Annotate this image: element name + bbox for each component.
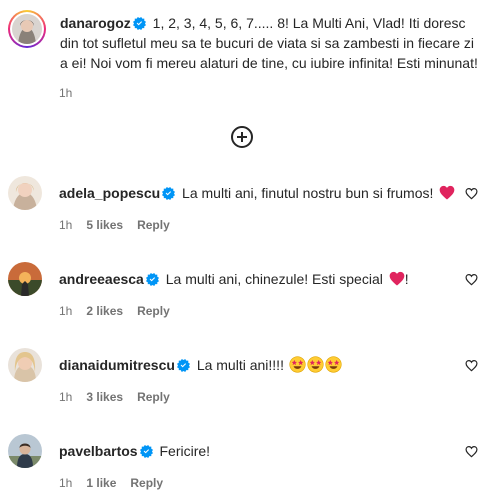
comment-text: La multi ani, chinezule! Esti special [165, 271, 383, 287]
like-heart-icon[interactable] [465, 273, 478, 286]
star-struck-emoji-icon [307, 356, 324, 373]
caption-meta: 1h [59, 86, 72, 100]
avatar[interactable] [8, 434, 42, 468]
star-struck-emoji-icon [325, 356, 342, 373]
comment-item: adela_popescu La multi ani, finutul nost… [8, 176, 478, 246]
comment-username[interactable]: adela_popescu [59, 185, 160, 201]
red-heart-emoji-icon [389, 271, 405, 286]
comment-likes[interactable]: 1 like [86, 476, 116, 490]
verified-badge-icon [145, 273, 159, 286]
comment-body: andreeaesca La multi ani, chinezule! Est… [59, 269, 409, 289]
verified-badge-icon [162, 187, 176, 200]
verified-badge-icon [132, 17, 146, 30]
star-struck-emoji-icon [289, 356, 306, 373]
like-heart-icon[interactable] [465, 445, 478, 458]
comment-text: La multi ani, finutul nostru bun si frum… [182, 185, 434, 201]
comment-text-suffix: ! [404, 271, 409, 287]
like-heart-icon[interactable] [465, 359, 478, 372]
comment-username[interactable]: pavelbartos [59, 443, 138, 459]
reply-button[interactable]: Reply [130, 476, 163, 490]
comment-meta: 1h 2 likes Reply [59, 304, 170, 318]
comment-text: Fericire! [159, 443, 211, 459]
caption-avatar-ring[interactable] [8, 10, 46, 48]
verified-badge-icon [176, 359, 190, 372]
comment-time: 1h [59, 304, 73, 318]
comment-body: adela_popescu La multi ani, finutul nost… [59, 183, 455, 203]
caption-username[interactable]: danarogoz [60, 15, 131, 31]
avatar [12, 14, 42, 44]
avatar[interactable] [8, 348, 42, 382]
comment-time: 1h [59, 476, 73, 490]
caption-time: 1h [59, 86, 73, 100]
avatar[interactable] [8, 176, 42, 210]
like-heart-icon[interactable] [465, 187, 478, 200]
comment-body: dianaidumitrescu La multi ani!!!! [59, 355, 342, 375]
comment-item: pavelbartos Fericire! 1h 1 like Reply [8, 434, 478, 504]
comment-item: dianaidumitrescu La multi ani!!!! 1h 3 l… [8, 348, 478, 418]
comment-body: pavelbartos Fericire! [59, 441, 210, 461]
comment-meta: 1h 1 like Reply [59, 476, 163, 490]
comment-username[interactable]: andreeaesca [59, 271, 144, 287]
comment-text: La multi ani!!!! [196, 357, 284, 373]
reply-button[interactable]: Reply [137, 390, 170, 404]
comment-likes[interactable]: 2 likes [86, 304, 123, 318]
reply-button[interactable]: Reply [137, 304, 170, 318]
caption-text-block: danarogoz 1, 2, 3, 4, 5, 6, 7..... 8! La… [60, 13, 478, 73]
comment-username[interactable]: dianaidumitrescu [59, 357, 175, 373]
comment-time: 1h [59, 218, 73, 232]
comment-meta: 1h 5 likes Reply [59, 218, 170, 232]
avatar[interactable] [8, 262, 42, 296]
red-heart-emoji-icon [439, 185, 455, 200]
comment-item: andreeaesca La multi ani, chinezule! Est… [8, 262, 478, 332]
post-caption: danarogoz 1, 2, 3, 4, 5, 6, 7..... 8! La… [8, 10, 478, 73]
plus-circle-icon[interactable] [230, 125, 254, 149]
comment-likes[interactable]: 5 likes [86, 218, 123, 232]
comment-meta: 1h 3 likes Reply [59, 390, 170, 404]
comment-time: 1h [59, 390, 73, 404]
verified-badge-icon [139, 445, 153, 458]
reply-button[interactable]: Reply [137, 218, 170, 232]
comment-likes[interactable]: 3 likes [86, 390, 123, 404]
